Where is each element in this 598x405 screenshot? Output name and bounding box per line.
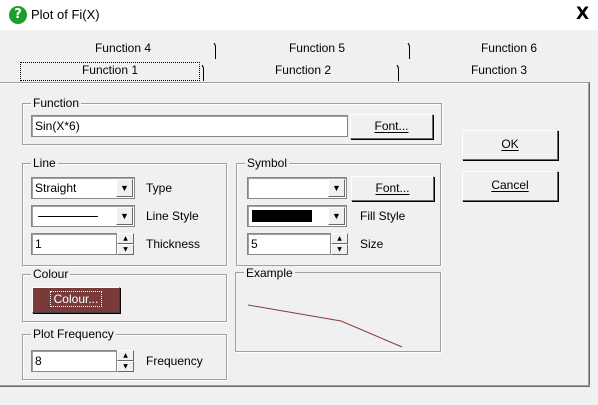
cancel-button-label: Cancel [491,178,529,192]
example-preview [247,304,403,348]
tab-function-4[interactable]: Function 4 [28,39,218,59]
fill-style-sample [252,210,312,222]
help-icon: ? [9,6,27,24]
font-button-label: Font... [374,119,409,133]
spin-up-icon[interactable]: ▲ [331,233,348,244]
tab-divider [404,41,410,59]
spin-down-icon[interactable]: ▼ [117,244,134,255]
spin-down-icon[interactable]: ▼ [331,244,348,255]
chevron-down-icon[interactable]: ▼ [328,179,345,197]
plot-frequency-label: Plot Frequency [31,327,116,341]
tab-divider [393,63,399,81]
colour-button[interactable]: Colour... [32,287,120,313]
tab-function-6[interactable]: Function 6 [414,39,598,59]
page-border-bottom [0,385,590,387]
example-group-label: Example [244,266,295,280]
chevron-down-icon[interactable]: ▼ [116,207,133,225]
tab-divider [198,63,204,81]
spin-up-icon[interactable]: ▲ [117,233,134,244]
close-icon[interactable]: X [576,4,589,24]
tab-function-3[interactable]: Function 3 [404,61,594,81]
symbol-size-input[interactable]: 5 [247,233,331,255]
cancel-button[interactable]: Cancel [462,171,558,201]
chevron-down-icon[interactable]: ▼ [116,179,133,197]
line-type-value: Straight [35,181,77,195]
spin-up-icon[interactable]: ▲ [117,350,134,361]
example-line [247,304,403,348]
function-font-button[interactable]: Font... [350,114,433,139]
frequency-spinner[interactable]: ▲ ▼ [117,350,134,372]
thickness-label: Thickness [146,237,201,251]
size-spinner[interactable]: ▲ ▼ [331,233,348,255]
line-group-label: Line [31,156,58,170]
ok-button-label: OK [501,137,519,151]
line-style-select[interactable]: ▼ [31,205,135,227]
symbol-select[interactable]: ▼ [247,177,347,199]
example-group [235,272,441,352]
tab-label: Function 2 [274,63,332,77]
tab-label: Function 3 [470,63,528,77]
tab-label: Function 6 [480,41,538,55]
line-style-label: Line Style [146,209,199,223]
symbol-font-button[interactable]: Font... [351,176,434,201]
tab-function-2[interactable]: Function 2 [208,61,398,81]
line-style-sample [38,216,98,217]
plot-dialog-window: ? Plot of Fi(X) X Function 4 Function 5 … [0,0,598,405]
window-title: Plot of Fi(X) [31,7,100,22]
tab-focus-rect [20,62,200,81]
font-button-label: Font... [375,181,410,195]
function-group-label: Function [31,96,82,110]
tab-divider [210,41,216,59]
line-type-select[interactable]: Straight ▼ [31,177,135,199]
chevron-down-icon[interactable]: ▼ [328,207,345,225]
ok-button[interactable]: OK [462,130,558,160]
size-label: Size [360,237,384,251]
fill-style-select[interactable]: ▼ [247,205,347,227]
line-type-label: Type [146,181,173,195]
tab-label: Function 5 [288,41,346,55]
tab-function-5[interactable]: Function 5 [222,39,412,59]
title-bar: ? Plot of Fi(X) X [0,0,598,30]
colour-group-label: Colour [31,267,71,281]
colour-button-label: Colour... [49,291,103,307]
fill-style-label: Fill Style [360,209,406,223]
function-expression-input[interactable]: Sin(X*6) [31,115,348,137]
spin-down-icon[interactable]: ▼ [117,361,134,372]
frequency-input[interactable]: 8 [31,350,117,372]
page-border-right [588,82,590,387]
symbol-group-label: Symbol [245,156,290,170]
frequency-label: Frequency [146,354,203,368]
thickness-input[interactable]: 1 [31,233,117,255]
tab-page-highlight [0,83,590,84]
tab-label: Function 4 [94,41,152,55]
thickness-spinner[interactable]: ▲ ▼ [117,233,134,255]
